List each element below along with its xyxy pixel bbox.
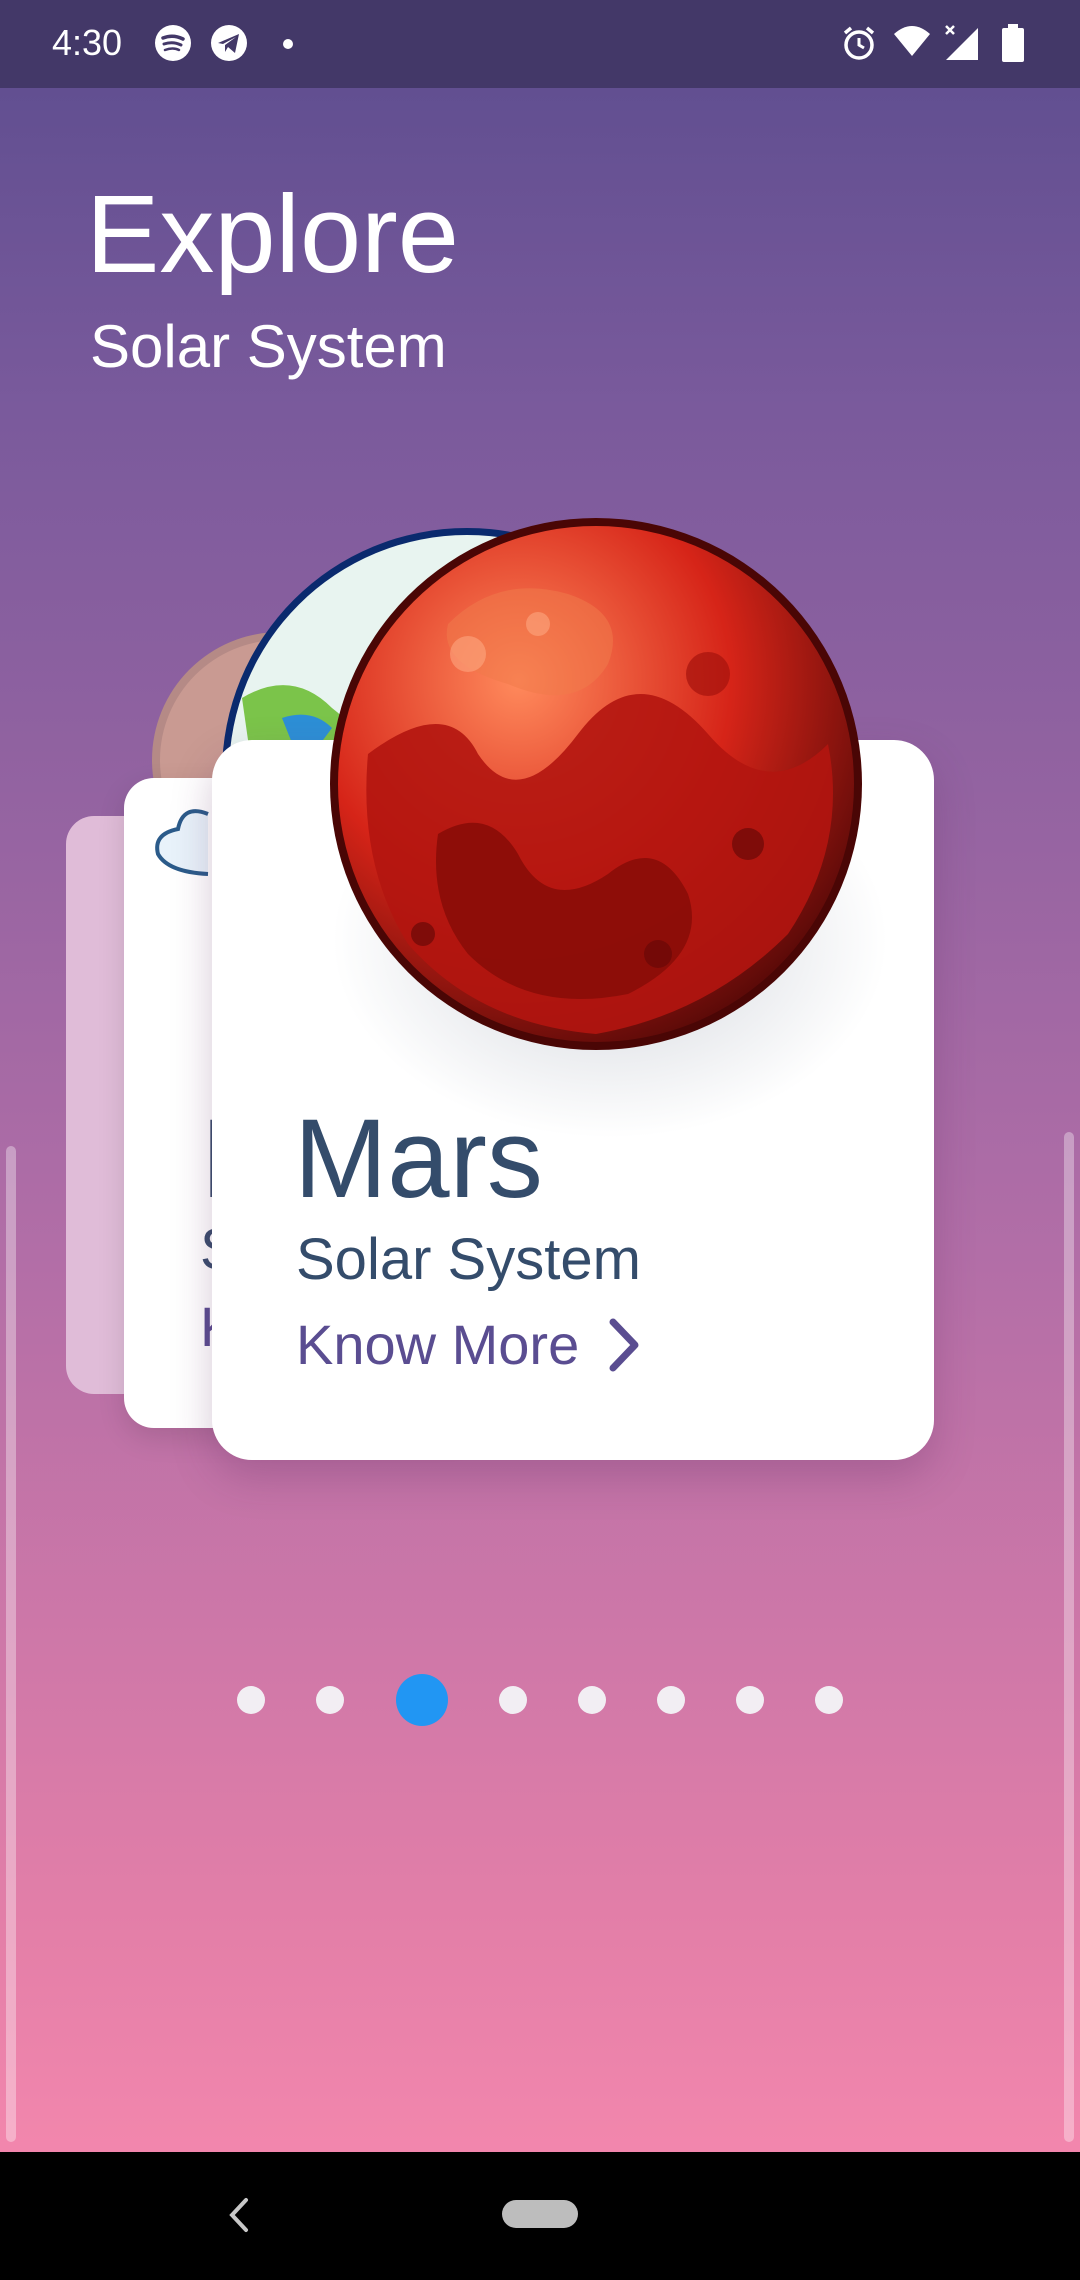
page-indicator xyxy=(0,1674,1080,1726)
cloud-icon xyxy=(155,809,209,876)
know-more-link[interactable]: Know More xyxy=(296,1312,641,1377)
notification-dot-icon xyxy=(283,39,293,49)
planet-subtitle: Solar System xyxy=(296,1227,641,1292)
chevron-right-icon xyxy=(609,1318,639,1371)
alarm-icon xyxy=(843,26,875,60)
telegram-icon xyxy=(211,25,247,61)
home-pill-icon[interactable] xyxy=(502,2200,578,2228)
page-dot-7[interactable] xyxy=(736,1686,764,1714)
page-dot-4[interactable] xyxy=(499,1686,527,1714)
system-nav-bar xyxy=(0,2152,1080,2280)
page-dot-3-active[interactable] xyxy=(396,1674,448,1726)
planet-name: Mars xyxy=(294,1096,543,1221)
page-dot-1[interactable] xyxy=(237,1686,265,1714)
back-icon[interactable] xyxy=(228,2196,250,2234)
status-bar: 4:30 xyxy=(0,0,1080,88)
know-more-label: Know More xyxy=(296,1313,580,1376)
signal-icon xyxy=(945,25,978,60)
page-dot-5[interactable] xyxy=(578,1686,606,1714)
page-title: Explore xyxy=(86,173,459,296)
page-dot-6[interactable] xyxy=(657,1686,685,1714)
mars-planet-image xyxy=(330,518,862,1050)
spotify-icon xyxy=(155,25,191,61)
status-time: 4:30 xyxy=(52,22,123,63)
wifi-icon xyxy=(894,26,930,56)
scroll-edge-left xyxy=(6,1146,16,2142)
page-subtitle: Solar System xyxy=(90,313,447,380)
page-dot-2[interactable] xyxy=(316,1686,344,1714)
scroll-edge-right xyxy=(1064,1132,1074,2142)
page-dot-8[interactable] xyxy=(815,1686,843,1714)
battery-icon xyxy=(1002,24,1024,62)
